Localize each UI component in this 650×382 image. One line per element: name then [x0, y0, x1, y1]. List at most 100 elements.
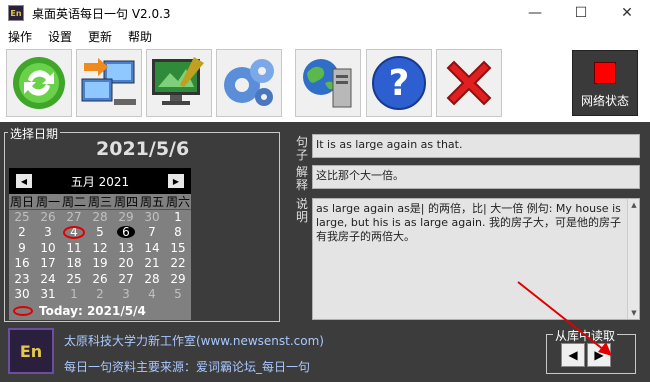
- scroll-up-icon[interactable]: ▲: [628, 199, 639, 211]
- menu-operate[interactable]: 操作: [0, 28, 40, 45]
- calendar-day[interactable]: 4: [139, 287, 165, 302]
- desktop-paint-button[interactable]: [146, 49, 212, 117]
- calendar-day-number: 10: [40, 240, 56, 255]
- calendar-day[interactable]: 10: [35, 241, 61, 256]
- calendar-month-label[interactable]: 五月 2021: [71, 173, 129, 190]
- calendar-day[interactable]: 26: [35, 210, 61, 225]
- calendar-day-number: 3: [44, 225, 52, 240]
- network-status-label: 网络状态: [580, 94, 629, 108]
- calendar-day[interactable]: 28: [87, 210, 113, 225]
- today-circle-icon: [13, 306, 33, 317]
- calendar-day[interactable]: 25: [61, 272, 87, 287]
- calendar-day[interactable]: 1: [61, 287, 87, 302]
- calendar-day-number: 1: [70, 286, 78, 301]
- calendar-day[interactable]: 1: [165, 210, 191, 225]
- calendar-day[interactable]: 15: [165, 241, 191, 256]
- menu-help[interactable]: 帮助: [120, 28, 160, 45]
- calendar-day[interactable]: 2: [9, 225, 35, 240]
- calendar-day-number: 17: [40, 256, 56, 271]
- next-month-button[interactable]: ▶: [167, 174, 184, 188]
- calendar-day-number: 9: [18, 240, 26, 255]
- maximize-button[interactable]: ☐: [558, 0, 604, 26]
- network-status-led-icon: [594, 62, 616, 84]
- calendar-day[interactable]: 14: [139, 241, 165, 256]
- calendar-day[interactable]: 29: [165, 272, 191, 287]
- calendar-day-number: 8: [174, 225, 182, 240]
- calendar-day-number: 5: [96, 225, 104, 240]
- date-group-title: 选择日期: [8, 125, 61, 142]
- sentence-field[interactable]: It is as large again as that.: [312, 134, 640, 158]
- calendar-day-number: 16: [14, 256, 30, 271]
- calendar-day[interactable]: 19: [87, 256, 113, 271]
- refresh-button[interactable]: [6, 49, 72, 117]
- library-prev-button[interactable]: ◀: [561, 343, 585, 367]
- window-controls: — ☐ ✕: [512, 0, 650, 26]
- calendar-weekday: 周五: [139, 195, 165, 210]
- calendar-day[interactable]: 11: [61, 241, 87, 256]
- calendar-day[interactable]: 27: [61, 210, 87, 225]
- calendar-day[interactable]: 2: [87, 287, 113, 302]
- notes-field[interactable]: as large again as是| 的两倍，比| 大一倍 例句: My ho…: [312, 198, 640, 320]
- calendar-day[interactable]: 30: [139, 210, 165, 225]
- calendar-day-number: 22: [170, 256, 186, 271]
- calendar-day[interactable]: 26: [87, 272, 113, 287]
- calendar-day[interactable]: 28: [139, 272, 165, 287]
- calendar-day[interactable]: 18: [61, 256, 87, 271]
- close-button[interactable]: ✕: [604, 0, 650, 26]
- calendar-day[interactable]: 5: [87, 225, 113, 240]
- library-next-button[interactable]: ▶: [587, 343, 611, 367]
- calendar-day-number: 13: [118, 240, 134, 255]
- selected-date-display: 2021/5/6: [96, 138, 190, 160]
- calendar-day[interactable]: 16: [9, 256, 35, 271]
- source-link[interactable]: 每日一句资料主要来源：爱词霸论坛_每日一句: [64, 358, 310, 375]
- calendar-day[interactable]: 30: [9, 287, 35, 302]
- calendar-day[interactable]: 27: [113, 272, 139, 287]
- calendar-day[interactable]: 23: [9, 272, 35, 287]
- help-button[interactable]: ?: [366, 49, 432, 117]
- calendar-day[interactable]: 31: [35, 287, 61, 302]
- network-transfer-button[interactable]: [76, 49, 142, 117]
- toolbar: ? 网络状态: [0, 46, 650, 122]
- calendar-day-number: 4: [148, 286, 156, 301]
- calendar-day-number: 12: [92, 240, 108, 255]
- calendar-day[interactable]: 4: [61, 225, 87, 240]
- calendar-day[interactable]: 5: [165, 287, 191, 302]
- explanation-text: 这比那个大一倍。: [316, 169, 404, 182]
- calendar-day[interactable]: 8: [165, 225, 191, 240]
- network-status-indicator[interactable]: 网络状态: [572, 50, 638, 116]
- prev-month-button[interactable]: ◀: [16, 174, 32, 188]
- calendar-day-number: 28: [144, 271, 160, 286]
- scroll-down-icon[interactable]: ▼: [628, 307, 639, 319]
- settings-button[interactable]: [216, 49, 282, 117]
- calendar-day[interactable]: 17: [35, 256, 61, 271]
- calendar-day[interactable]: 21: [139, 256, 165, 271]
- calendar-day[interactable]: 29: [113, 210, 139, 225]
- calendar-day[interactable]: 9: [9, 241, 35, 256]
- calendar-day[interactable]: 22: [165, 256, 191, 271]
- calendar-day[interactable]: 24: [35, 272, 61, 287]
- calendar-day-number: 25: [14, 210, 30, 224]
- exit-button[interactable]: [436, 49, 502, 117]
- calendar-day[interactable]: 7: [139, 225, 165, 240]
- minimize-button[interactable]: —: [512, 0, 558, 26]
- calendar-day-number: 27: [118, 271, 134, 286]
- notes-scrollbar[interactable]: ▲ ▼: [627, 199, 639, 319]
- calendar-day-number: 30: [144, 210, 160, 224]
- calendar-day[interactable]: 25: [9, 210, 35, 225]
- calendar-day[interactable]: 3: [35, 225, 61, 240]
- calendar-day[interactable]: 12: [87, 241, 113, 256]
- calendar-day-number: 2: [96, 286, 104, 301]
- calendar-weekday: 周一: [35, 195, 61, 210]
- calendar-day[interactable]: 20: [113, 256, 139, 271]
- studio-link[interactable]: 太原科技大学力新工作室(www.newsenst.com): [64, 332, 324, 349]
- calendar-day-number: 20: [118, 256, 134, 271]
- calendar-day[interactable]: 13: [113, 241, 139, 256]
- explanation-field[interactable]: 这比那个大一倍。: [312, 165, 640, 189]
- menu-update[interactable]: 更新: [80, 28, 120, 45]
- calendar-day[interactable]: 3: [113, 287, 139, 302]
- menu-settings[interactable]: 设置: [40, 28, 80, 45]
- today-link[interactable]: Today: 2021/5/4: [9, 302, 191, 320]
- calendar-day-selected[interactable]: 6: [113, 225, 139, 240]
- online-update-button[interactable]: [295, 49, 361, 117]
- calendar-day-number: 23: [14, 271, 30, 286]
